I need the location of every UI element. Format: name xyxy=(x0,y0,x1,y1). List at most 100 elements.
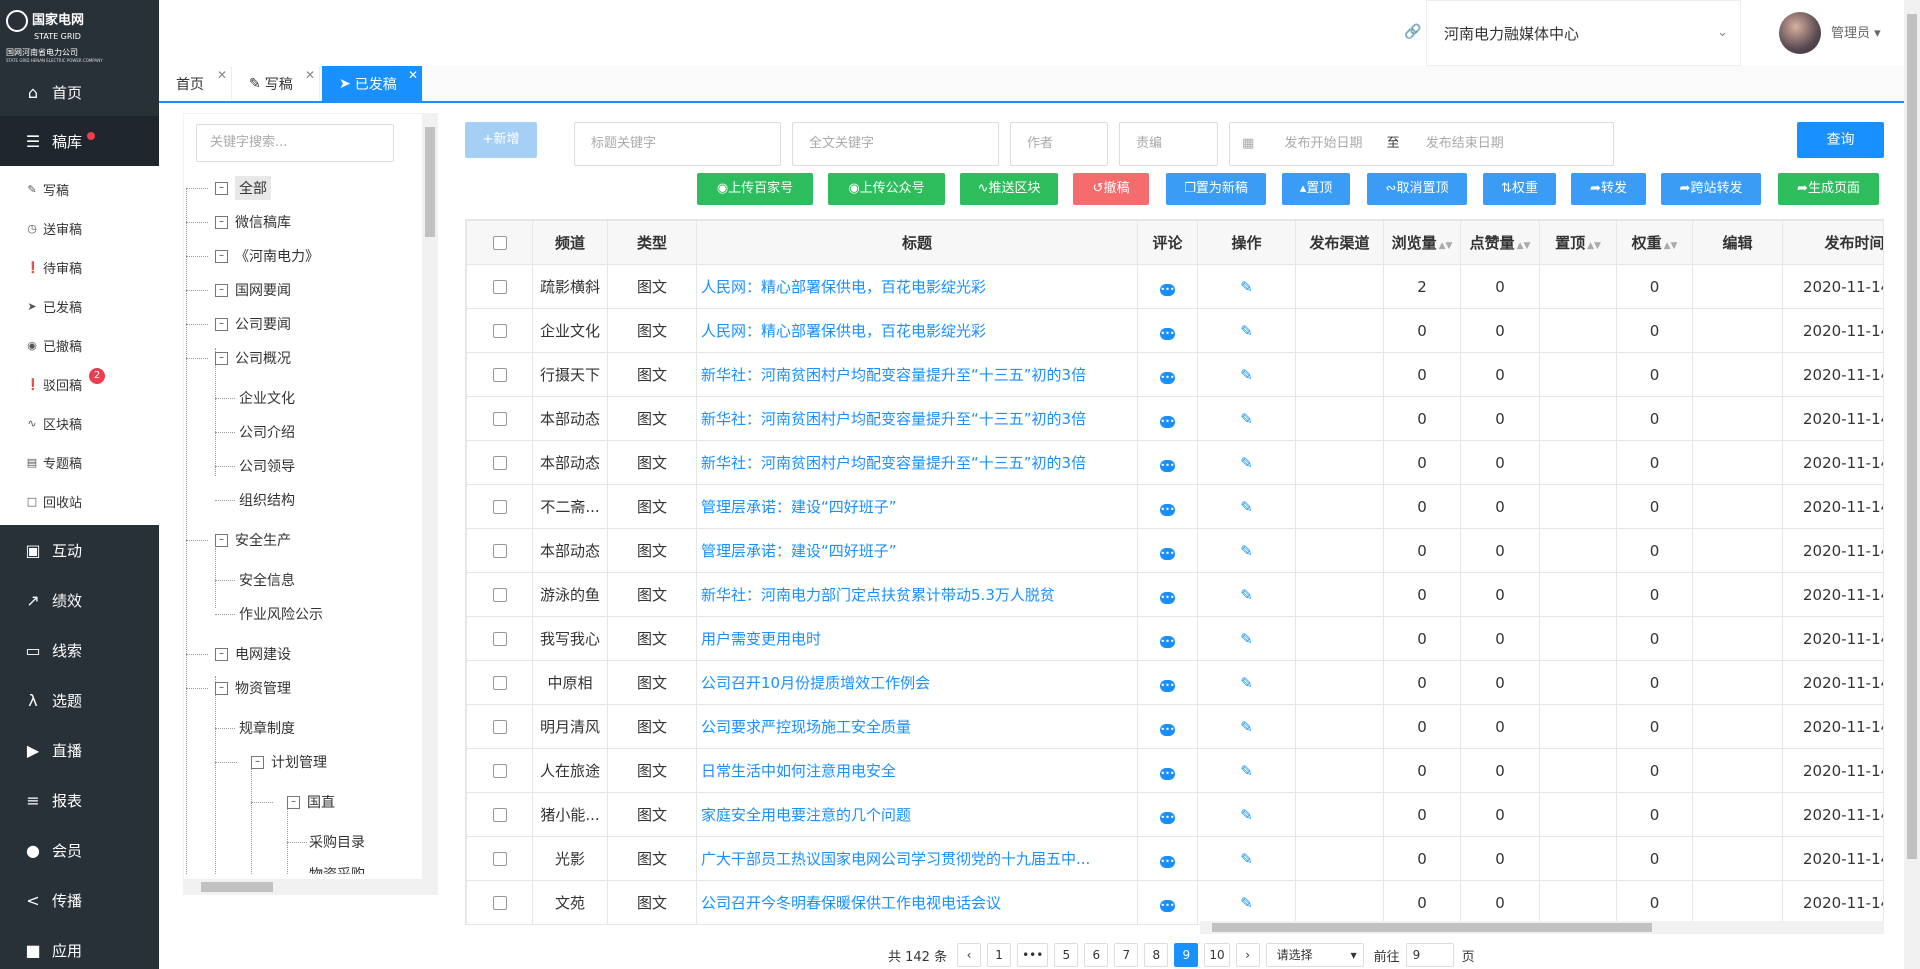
link-icon[interactable]: 🔗 xyxy=(1404,24,1421,40)
table-row[interactable]: 本部动态 图文 新华社：河南贫困村户均配变容量提升至“十三五”初的3倍 ••• ✎ 0 0 0… xyxy=(466,440,1883,485)
title-link[interactable]: 公司召开10月份提质增效工作例会 xyxy=(696,660,1138,705)
tab-published[interactable]: ➤ 已发稿 ✕ xyxy=(322,66,423,101)
fulltext-keyword-input[interactable]: 全文关键字 xyxy=(792,122,999,166)
comment-icon[interactable]: ••• xyxy=(1160,327,1175,340)
select-all-cell[interactable] xyxy=(466,220,533,265)
close-icon[interactable]: ✕ xyxy=(408,68,418,82)
nav-item-library[interactable]: ☰ 稿库 xyxy=(0,116,159,166)
scrollbar-thumb[interactable] xyxy=(1212,923,1652,932)
collapse-icon[interactable]: – xyxy=(215,647,228,661)
table-row[interactable]: 游泳的鱼 图文 新华社：河南电力部门定点扶贫累计带动5.3万人脱贫 ••• ✎ 0 0 0 20… xyxy=(466,572,1883,617)
close-icon[interactable]: ✕ xyxy=(305,68,315,82)
avatar[interactable] xyxy=(1779,12,1821,54)
row-select-cell[interactable] xyxy=(466,660,533,705)
tree-node[interactable]: 物资采购 xyxy=(309,863,365,874)
operation-cell[interactable]: ✎ xyxy=(1197,484,1296,529)
edit-icon[interactable]: ✎ xyxy=(1240,322,1253,340)
col-likes[interactable]: 点赞量 ▲▼ xyxy=(1460,220,1540,265)
edit-icon[interactable]: ✎ xyxy=(1240,498,1253,516)
nav-item-topics[interactable]: λ 选题 xyxy=(0,675,159,725)
comment-icon[interactable]: ••• xyxy=(1160,635,1175,648)
submenu-item-withdrawn[interactable]: ◉ 已撤稿 xyxy=(0,326,159,365)
page-vertical-scrollbar[interactable] xyxy=(1904,0,1920,969)
row-checkbox[interactable] xyxy=(492,324,507,338)
comment-cell[interactable]: ••• xyxy=(1137,748,1198,793)
title-link[interactable]: 人民网：精心部署保供电，百花电影绽光彩 xyxy=(696,264,1138,309)
sort-icon[interactable]: ▲▼ xyxy=(1517,241,1531,251)
row-checkbox[interactable] xyxy=(492,500,507,514)
tree-node[interactable]: – 物资管理 xyxy=(215,677,291,699)
comment-icon[interactable]: ••• xyxy=(1160,547,1175,560)
nav-item-clues[interactable]: ▭ 线索 xyxy=(0,625,159,675)
table-row[interactable]: 疏影横斜 图文 人民网：精心部署保供电，百花电影绽光彩 ••• ✎ 2 0 0 2020-11-… xyxy=(466,264,1883,309)
collapse-icon[interactable]: – xyxy=(215,215,228,229)
generate-page-button[interactable]: ➦生成页面 xyxy=(1778,173,1879,205)
editor-input[interactable]: 责编 xyxy=(1119,122,1218,166)
comment-cell[interactable]: ••• xyxy=(1137,660,1198,705)
tree-vertical-scrollbar[interactable] xyxy=(422,113,438,879)
tree-node[interactable]: 公司领导 xyxy=(239,455,295,477)
col-top[interactable]: 置顶 ▲▼ xyxy=(1539,220,1617,265)
scrollbar-thumb[interactable] xyxy=(425,127,435,237)
title-link[interactable]: 用户需变更用电时 xyxy=(696,616,1138,661)
row-checkbox[interactable] xyxy=(492,544,507,558)
row-select-cell[interactable] xyxy=(466,792,533,837)
tree-node[interactable]: 采购目录 xyxy=(309,831,365,853)
submenu-item-pending[interactable]: ❗ 待审稿 xyxy=(0,248,159,287)
comment-cell[interactable]: ••• xyxy=(1137,440,1198,485)
operation-cell[interactable]: ✎ xyxy=(1197,836,1296,881)
row-select-cell[interactable] xyxy=(466,308,533,353)
nav-item-spread[interactable]: < 传播 xyxy=(0,875,159,925)
row-select-cell[interactable] xyxy=(466,704,533,749)
page-button[interactable]: 10 xyxy=(1204,943,1230,967)
comment-cell[interactable]: ••• xyxy=(1137,308,1198,353)
operation-cell[interactable]: ✎ xyxy=(1197,352,1296,397)
next-page-button[interactable]: › xyxy=(1235,943,1260,967)
edit-icon[interactable]: ✎ xyxy=(1240,894,1253,912)
org-select[interactable]: 河南电力融媒体中心 ⌄ xyxy=(1426,0,1741,66)
comment-icon[interactable]: ••• xyxy=(1160,591,1175,604)
comment-cell[interactable]: ••• xyxy=(1137,484,1198,529)
row-checkbox[interactable] xyxy=(492,368,507,382)
collapse-icon[interactable]: – xyxy=(215,533,228,547)
edit-icon[interactable]: ✎ xyxy=(1240,542,1253,560)
title-link[interactable]: 公司召开今冬明春保暖保供工作电视电话会议 xyxy=(696,880,1138,924)
table-horizontal-scrollbar[interactable] xyxy=(1200,921,1884,934)
edit-icon[interactable]: ✎ xyxy=(1240,762,1253,780)
collapse-icon[interactable]: – xyxy=(215,681,228,695)
table-row[interactable]: 猪小能... 图文 家庭安全用电要注意的几个问题 ••• ✎ 0 0 0 2020-11-14 … xyxy=(466,792,1883,837)
push-block-button[interactable]: ∿推送区块 xyxy=(960,173,1058,205)
comment-cell[interactable]: ••• xyxy=(1137,792,1198,837)
tree-search-input[interactable]: 关键字搜索... xyxy=(196,124,394,162)
row-select-cell[interactable] xyxy=(466,836,533,881)
submenu-item-write[interactable]: ✎ 写稿 xyxy=(0,170,159,209)
edit-icon[interactable]: ✎ xyxy=(1240,278,1253,296)
title-link[interactable]: 日常生活中如何注意用电安全 xyxy=(696,748,1138,793)
edit-icon[interactable]: ✎ xyxy=(1240,454,1253,472)
comment-cell[interactable]: ••• xyxy=(1137,836,1198,881)
table-row[interactable]: 本部动态 图文 新华社：河南贫困村户均配变容量提升至“十三五”初的3倍 ••• ✎ 0 0 0… xyxy=(466,396,1883,441)
table-row[interactable]: 人在旅途图文日常生活中如何注意用电安全•••✎0002020-11-14 1 xyxy=(466,748,1883,793)
nav-item-performance[interactable]: ↗ 绩效 xyxy=(0,575,159,625)
collapse-icon[interactable]: – xyxy=(215,249,228,263)
nav-item-apps[interactable]: ■ 应用 xyxy=(0,925,159,969)
row-select-cell[interactable] xyxy=(466,352,533,397)
row-checkbox[interactable] xyxy=(492,764,507,778)
tree-node[interactable]: 规章制度 xyxy=(239,717,295,739)
row-checkbox[interactable] xyxy=(492,412,507,426)
title-link[interactable]: 管理层承诺：建设“四好班子” xyxy=(696,484,1138,529)
forward-button[interactable]: ➦转发 xyxy=(1571,173,1646,205)
tree-node[interactable]: 安全信息 xyxy=(239,569,295,591)
date-start[interactable]: 发布开始日期 xyxy=(1284,136,1362,151)
row-checkbox[interactable] xyxy=(492,632,507,646)
nav-item-members[interactable]: ● 会员 xyxy=(0,825,159,875)
current-page-button[interactable]: 9 xyxy=(1174,943,1199,967)
edit-icon[interactable]: ✎ xyxy=(1240,586,1253,604)
date-range-picker[interactable]: ▦ 发布开始日期 至 发布结束日期 xyxy=(1229,122,1614,166)
operation-cell[interactable]: ✎ xyxy=(1197,880,1296,924)
row-select-cell[interactable] xyxy=(466,572,533,617)
operation-cell[interactable]: ✎ xyxy=(1197,572,1296,617)
title-link[interactable]: 人民网：精心部署保供电，百花电影绽光彩 xyxy=(696,308,1138,353)
comment-icon[interactable]: ••• xyxy=(1160,459,1175,472)
row-select-cell[interactable] xyxy=(466,748,533,793)
